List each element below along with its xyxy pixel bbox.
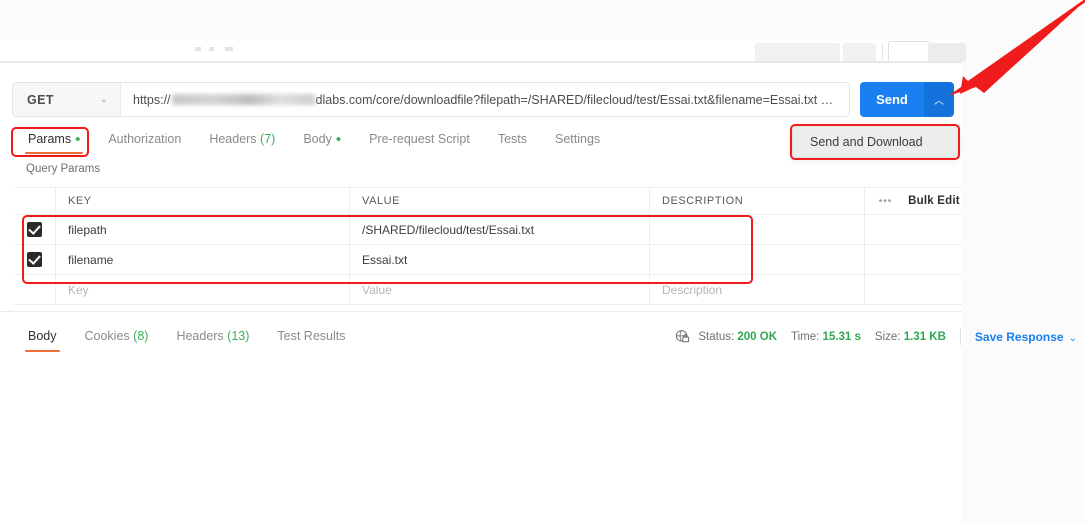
- clipped-top-toolbar: ● ⌄: [0, 0, 966, 62]
- modified-dot-icon: •: [75, 131, 81, 148]
- param-value[interactable]: /SHARED/filecloud/test/Essai.txt: [362, 223, 534, 237]
- response-tab-cookies-count: (8): [133, 329, 149, 343]
- tab-settings-label: Settings: [555, 132, 601, 146]
- response-tab-headers[interactable]: Headers (13): [162, 327, 263, 345]
- header-checkbox-cell: [14, 188, 56, 214]
- clipped-toolbar-button-2[interactable]: [843, 43, 876, 61]
- response-tab-test-results[interactable]: Test Results: [263, 327, 359, 345]
- response-status-bar: Status: 200 OK Time: 15.31 s Size: 1.31 …: [675, 328, 1077, 345]
- response-tab-body[interactable]: Body: [14, 327, 71, 352]
- response-divider: [0, 311, 962, 312]
- clipped-tab-label: [195, 47, 325, 51]
- redacted-host: [171, 94, 315, 105]
- time-segment: Time: 15.31 s: [791, 331, 861, 343]
- response-tab-cookies-label: Cookies: [84, 329, 130, 343]
- query-params-table: KEY VALUE DESCRIPTION ••• Bulk Edit file…: [14, 187, 962, 305]
- tab-tests[interactable]: Tests: [484, 130, 541, 148]
- param-key[interactable]: filename: [68, 253, 113, 267]
- tab-headers-label: Headers: [209, 132, 257, 146]
- response-tab-headers-count: (13): [227, 329, 250, 343]
- table-row[interactable]: filename Essai.txt: [14, 245, 962, 275]
- save-response-button[interactable]: Save Response ⌄: [975, 330, 1077, 344]
- modified-dot-icon: •: [335, 131, 342, 148]
- response-tab-headers-label: Headers: [176, 329, 224, 343]
- http-method-selector[interactable]: GET ⌄: [13, 83, 121, 116]
- tab-body[interactable]: Body •: [289, 130, 355, 148]
- response-tab-test-results-label: Test Results: [277, 329, 346, 343]
- url-input[interactable]: https:// dlabs.com/core/downloadfile?file…: [121, 83, 849, 116]
- tab-pre-request-script[interactable]: Pre-request Script: [355, 130, 484, 148]
- time-value: 15.31 s: [822, 330, 861, 343]
- url-prefix: https://: [133, 92, 171, 107]
- send-button[interactable]: Send: [860, 82, 924, 117]
- tab-authorization-label: Authorization: [108, 132, 182, 146]
- clipped-toolbar-button-4[interactable]: ⌄: [928, 43, 966, 61]
- column-header-key: KEY: [68, 195, 92, 207]
- toolbar-divider: [882, 43, 883, 59]
- row-checkbox[interactable]: [27, 252, 42, 267]
- chevron-down-icon: ⌄: [1068, 332, 1077, 344]
- tab-authorization[interactable]: Authorization: [94, 130, 195, 148]
- response-tab-bar: Body Cookies (8) Headers (13) Test Resul…: [14, 327, 360, 352]
- status-value: 200 OK: [737, 330, 778, 343]
- status-segment: Status: 200 OK: [698, 331, 777, 343]
- size-label: Size:: [874, 330, 901, 343]
- query-params-label: Query Params: [26, 163, 101, 175]
- tab-params-label: Params: [28, 132, 72, 146]
- http-method-label: GET: [27, 92, 54, 107]
- save-response-label: Save Response: [974, 329, 1064, 344]
- meta-divider: [959, 328, 961, 345]
- send-options-caret-icon[interactable]: ︿: [924, 82, 954, 117]
- tab-params[interactable]: Params •: [14, 130, 94, 154]
- row-checkbox[interactable]: [27, 222, 42, 237]
- response-tab-cookies[interactable]: Cookies (8): [71, 327, 163, 345]
- table-row[interactable]: filepath /SHARED/filecloud/test/Essai.tx…: [14, 215, 962, 245]
- time-label: Time:: [791, 330, 820, 343]
- tab-headers[interactable]: Headers (7): [195, 130, 289, 148]
- tab-pre-request-script-label: Pre-request Script: [369, 132, 470, 146]
- tab-settings[interactable]: Settings: [541, 130, 614, 148]
- new-param-description-input[interactable]: Description: [662, 283, 722, 297]
- response-tab-body-label: Body: [28, 329, 57, 343]
- clipped-toolbar-button-3[interactable]: ●: [888, 41, 930, 61]
- clipped-tab-bar: ● ⌄: [0, 40, 966, 62]
- new-param-value-input[interactable]: Value: [362, 283, 392, 297]
- column-header-description: DESCRIPTION: [662, 195, 744, 207]
- param-value[interactable]: Essai.txt: [362, 253, 407, 267]
- postman-request-screen: ● ⌄ GET ⌄ https:// dlabs.com/core/downloa…: [0, 0, 1085, 523]
- send-and-download-menu-item[interactable]: Send and Download: [792, 126, 958, 158]
- response-body-area[interactable]: [0, 353, 962, 523]
- more-options-icon[interactable]: •••: [879, 196, 893, 207]
- tab-tests-label: Tests: [497, 132, 528, 146]
- table-row-empty[interactable]: Key Value Description: [14, 275, 962, 305]
- globe-lock-icon: [675, 329, 690, 344]
- size-segment: Size: 1.31 KB: [875, 331, 946, 343]
- table-header-row: KEY VALUE DESCRIPTION ••• Bulk Edit: [14, 187, 962, 215]
- column-header-value: VALUE: [362, 195, 401, 207]
- request-tab-bar: Params • Authorization Headers (7) Body • …: [14, 130, 614, 154]
- status-label: Status:: [698, 330, 735, 343]
- url-bar: GET ⌄ https:// dlabs.com/core/downloadfil…: [12, 82, 850, 117]
- tab-headers-count: (7): [260, 132, 276, 146]
- send-button-group[interactable]: Send ︿: [860, 82, 954, 117]
- bulk-edit-button[interactable]: Bulk Edit: [908, 195, 960, 207]
- chevron-down-icon: ⌄: [99, 93, 108, 105]
- new-param-key-input[interactable]: Key: [68, 283, 89, 297]
- clipped-toolbar-button-1[interactable]: [755, 43, 840, 61]
- url-suffix: dlabs.com/core/downloadfile?filepath=/SH…: [315, 92, 834, 107]
- size-value: 1.31 KB: [903, 330, 946, 343]
- tab-body-label: Body: [303, 132, 332, 146]
- param-key[interactable]: filepath: [68, 223, 107, 237]
